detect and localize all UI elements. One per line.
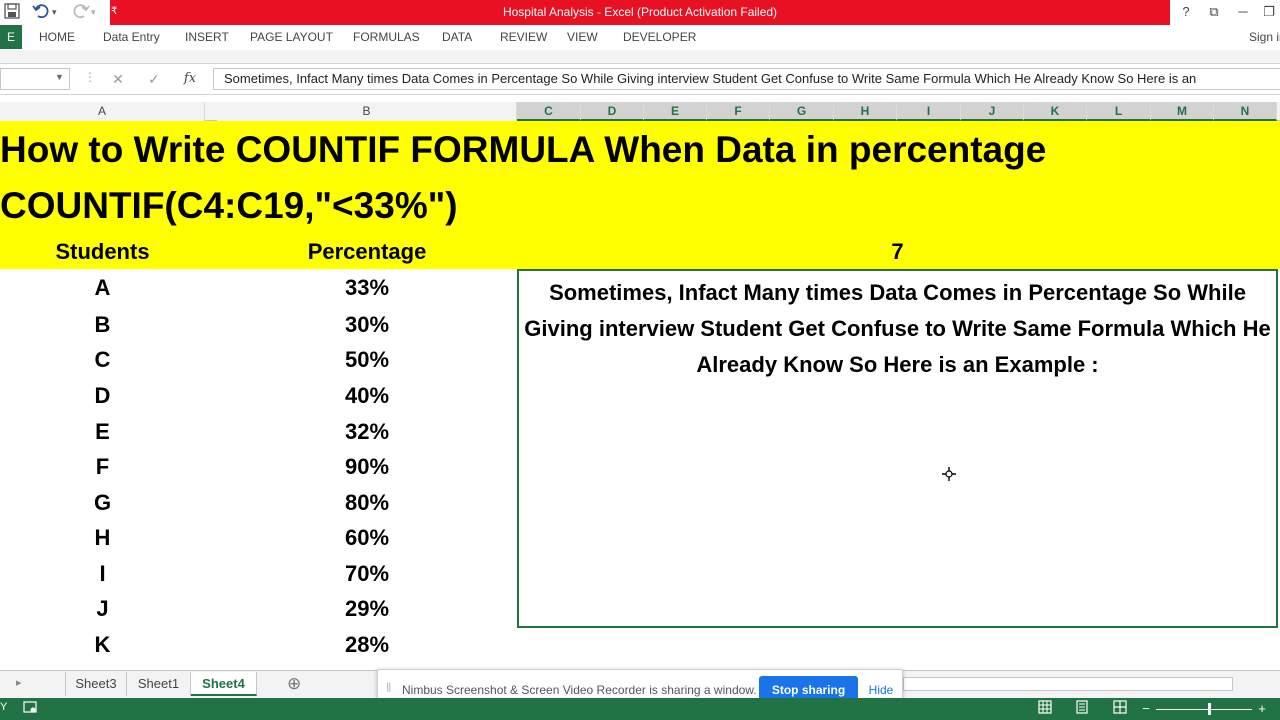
minimize-icon[interactable]: ─ xyxy=(1230,2,1256,22)
cancel-icon[interactable]: ✕ xyxy=(108,69,128,89)
undo-dropdown-icon[interactable]: ▾ xyxy=(52,3,57,21)
status-ready-label: Y xyxy=(0,701,8,713)
enter-icon[interactable]: ✓ xyxy=(144,69,164,89)
help-icon[interactable]: ? xyxy=(1173,2,1199,22)
percentage-cell[interactable]: 29% xyxy=(217,594,517,624)
column-header-n[interactable]: N xyxy=(1214,102,1277,121)
column-header-b[interactable]: B xyxy=(217,102,517,121)
student-cell[interactable]: H xyxy=(0,523,205,553)
formula-bar-grip-icon: ⋮ xyxy=(84,70,96,84)
move-cursor-icon xyxy=(941,466,957,487)
column-header-k[interactable]: K xyxy=(1024,102,1087,121)
page-break-view-icon[interactable] xyxy=(1111,700,1129,718)
redo-icon[interactable] xyxy=(70,3,90,21)
tab-developer[interactable]: DEVELOPER xyxy=(623,25,696,50)
ribbon-collapsed-area xyxy=(0,50,1280,64)
countif-result[interactable]: 7 xyxy=(517,236,1278,268)
ribbon-display-icon[interactable]: ⧉ xyxy=(1201,2,1227,22)
tab-sheet4[interactable]: Sheet4 xyxy=(191,672,257,696)
percentage-cell[interactable]: 32% xyxy=(217,417,517,447)
student-cell[interactable]: J xyxy=(0,594,205,624)
column-header-f[interactable]: F xyxy=(707,102,770,121)
column-header-h[interactable]: H xyxy=(834,102,897,121)
text-box-shape[interactable]: Sometimes, Infact Many times Data Comes … xyxy=(517,269,1278,628)
student-cell[interactable]: B xyxy=(0,310,205,340)
tab-data[interactable]: DATA xyxy=(442,25,472,50)
student-cell[interactable]: C xyxy=(0,345,205,375)
column-header-i[interactable]: I xyxy=(897,102,961,121)
student-cell[interactable]: I xyxy=(0,559,205,589)
tab-file[interactable]: E xyxy=(0,25,22,49)
column-header-j[interactable]: J xyxy=(961,102,1024,121)
percentage-header[interactable]: Percentage xyxy=(217,236,517,268)
formula-heading[interactable]: COUNTIF(C4:C19,"<33%") xyxy=(0,182,458,230)
tab-insert[interactable]: INSERT xyxy=(185,25,229,50)
column-header-l[interactable]: L xyxy=(1087,102,1151,121)
insert-function-icon[interactable]: fx xyxy=(180,69,200,89)
student-cell[interactable]: D xyxy=(0,381,205,411)
chevron-down-icon[interactable]: ▼ xyxy=(55,72,64,82)
percentage-cell[interactable]: 28% xyxy=(217,630,517,660)
restore-icon[interactable]: ❐ xyxy=(1256,2,1280,22)
tab-home[interactable]: HOME xyxy=(39,25,75,50)
percentage-cell[interactable]: 80% xyxy=(217,488,517,518)
column-header-e[interactable]: E xyxy=(644,102,707,121)
window-title: Hospital Analysis - Excel (Product Activ… xyxy=(110,0,1170,25)
tab-formulas[interactable]: FORMULAS xyxy=(353,25,420,50)
save-icon[interactable] xyxy=(4,3,20,21)
zoom-slider-track[interactable] xyxy=(1156,709,1252,710)
student-cell[interactable]: E xyxy=(0,417,205,447)
percentage-cell[interactable]: 30% xyxy=(217,310,517,340)
percentage-cell[interactable]: 40% xyxy=(217,381,517,411)
undo-icon[interactable] xyxy=(32,3,52,21)
tab-data-entry[interactable]: Data Entry xyxy=(103,25,160,50)
tab-view[interactable]: VIEW xyxy=(567,25,598,50)
horizontal-scrollbar[interactable] xyxy=(903,677,1233,691)
tab-sheet1[interactable]: Sheet1 xyxy=(127,672,191,696)
sheet-nav-icon[interactable]: ▸ xyxy=(16,676,22,689)
formula-input[interactable]: Sometimes, Infact Many times Data Comes … xyxy=(213,68,1280,90)
tab-page-layout[interactable]: PAGE LAYOUT xyxy=(250,25,333,50)
heading-title[interactable]: How to Write COUNTIF FORMULA When Data i… xyxy=(0,126,1046,174)
column-header-g[interactable]: G xyxy=(770,102,834,121)
student-cell[interactable]: G xyxy=(0,488,205,518)
column-header-a[interactable]: A xyxy=(0,102,205,121)
sign-in-link[interactable]: Sign in xyxy=(1249,25,1280,50)
students-header[interactable]: Students xyxy=(0,236,205,268)
zoom-in-icon[interactable]: + xyxy=(1253,700,1271,718)
zoom-slider-thumb[interactable] xyxy=(1207,703,1211,715)
normal-view-icon[interactable] xyxy=(1036,700,1054,718)
page-layout-view-icon[interactable] xyxy=(1073,700,1091,718)
macro-record-icon[interactable] xyxy=(21,700,39,718)
column-header-m[interactable]: M xyxy=(1151,102,1214,121)
column-header-d[interactable]: D xyxy=(581,102,644,121)
column-header-c[interactable]: C xyxy=(517,102,581,121)
student-cell[interactable]: K xyxy=(0,630,205,660)
percentage-cell[interactable]: 50% xyxy=(217,345,517,375)
student-cell[interactable]: A xyxy=(0,273,205,303)
student-cell[interactable]: F xyxy=(0,452,205,482)
sharing-message: Nimbus Screenshot & Screen Video Recorde… xyxy=(402,683,757,697)
redo-dropdown-icon[interactable]: ▾ xyxy=(91,3,96,21)
customize-icon[interactable]: ₹ xyxy=(111,3,117,21)
tab-review[interactable]: REVIEW xyxy=(500,25,547,50)
tab-sheet3[interactable]: Sheet3 xyxy=(65,672,127,696)
drag-handle-icon[interactable]: ‖ xyxy=(386,680,391,695)
add-sheet-icon[interactable]: ⊕ xyxy=(287,674,301,694)
zoom-out-icon[interactable]: − xyxy=(1137,700,1155,718)
percentage-cell[interactable]: 60% xyxy=(217,523,517,553)
percentage-cell[interactable]: 70% xyxy=(217,559,517,589)
percentage-cell[interactable]: 33% xyxy=(217,273,517,303)
percentage-cell[interactable]: 90% xyxy=(217,452,517,482)
